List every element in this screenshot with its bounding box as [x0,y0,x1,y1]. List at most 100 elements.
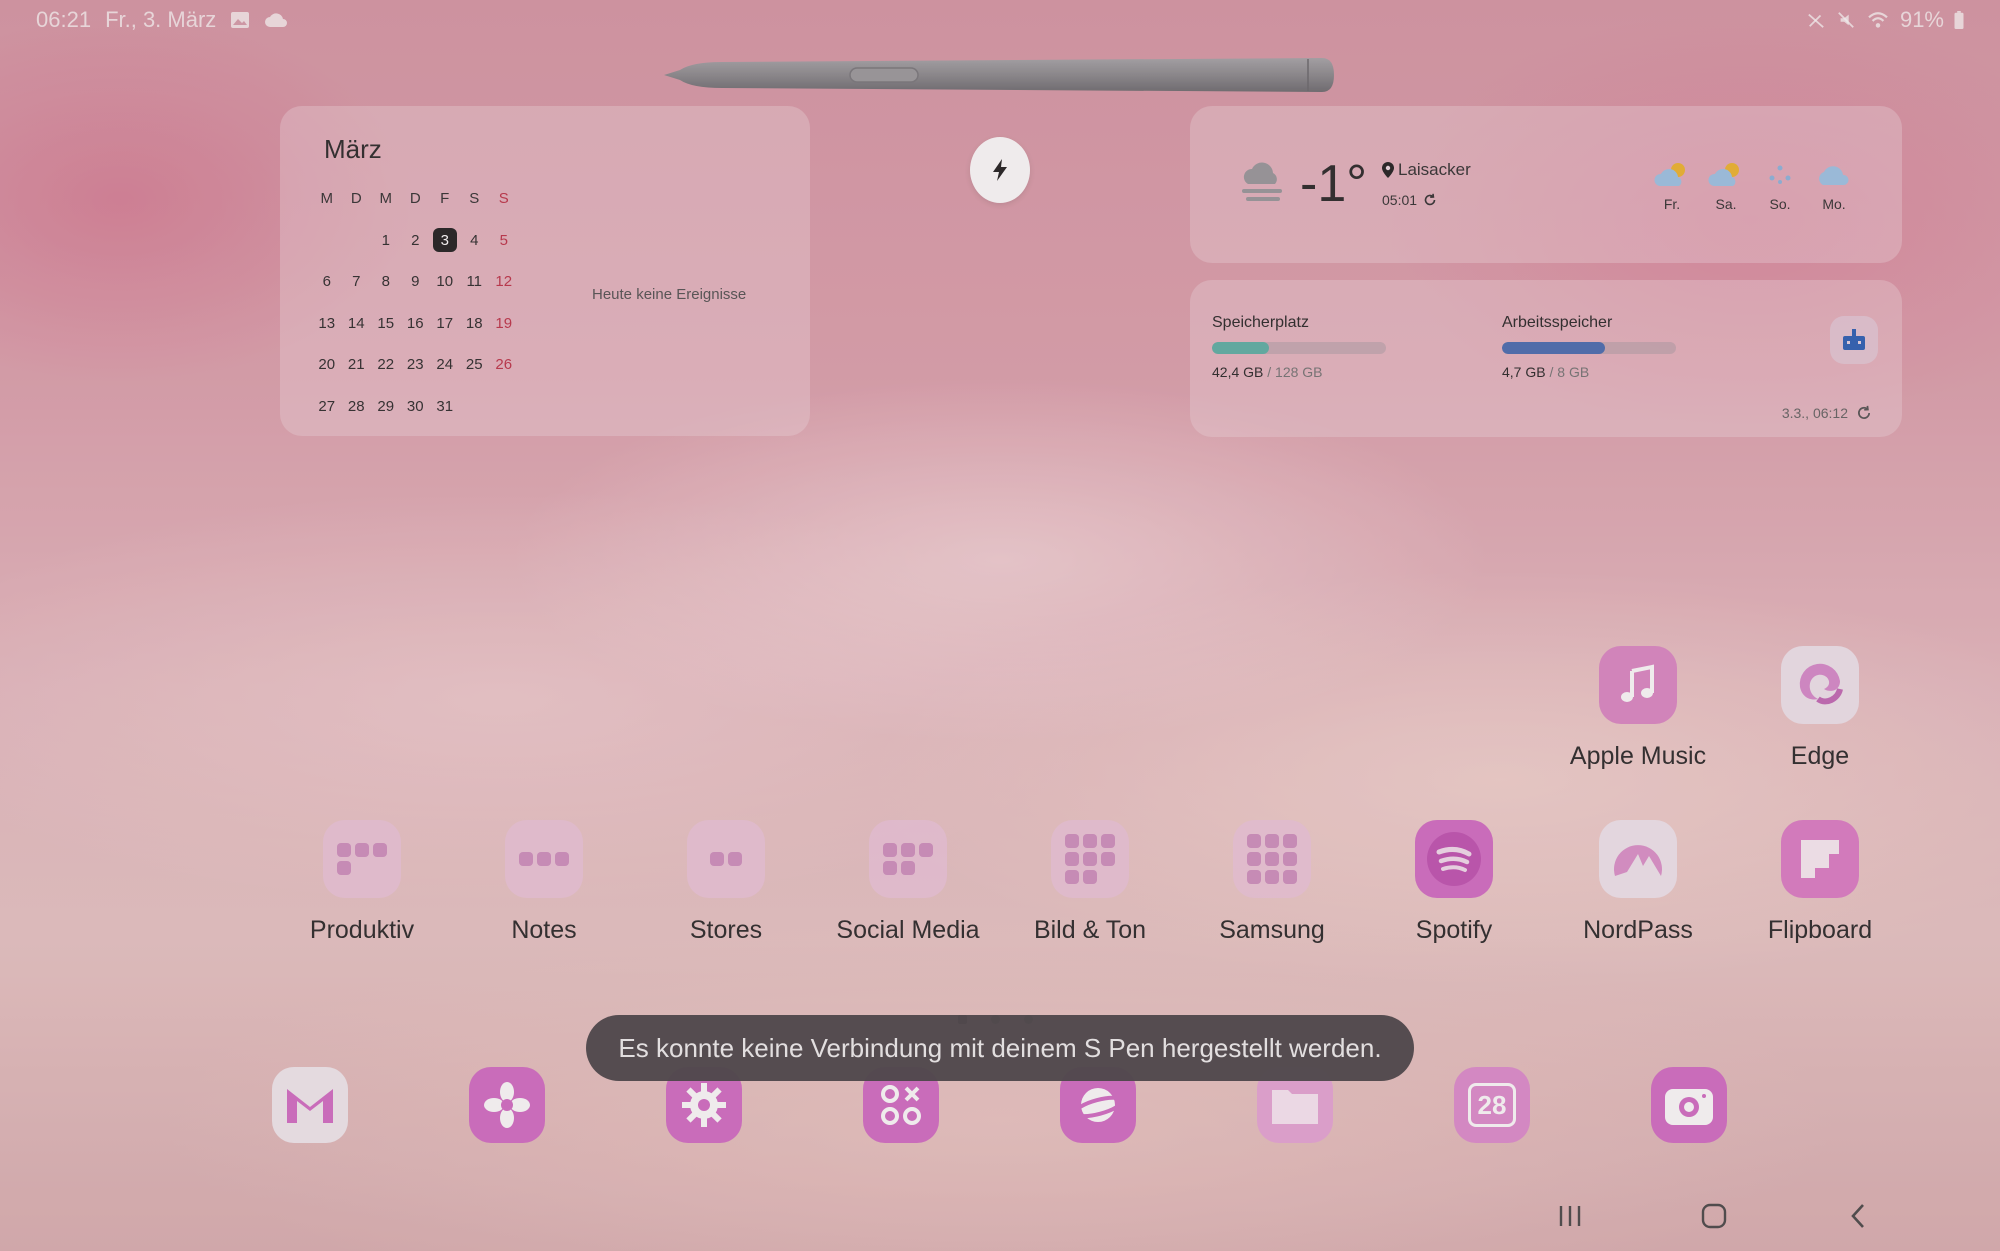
back-chevron-icon [1851,1204,1864,1228]
calendar-day[interactable]: 18 [460,303,490,345]
refresh-icon[interactable] [1856,405,1872,421]
calendar-day[interactable]: 30 [401,386,431,428]
weather-forecast: Fr. Sa. So. Mo. [1654,162,1849,212]
today-marker: 3 [432,228,457,253]
folder-produktiv[interactable]: Produktiv [272,820,452,945]
folder-notes[interactable]: Notes [454,820,634,945]
calendar-day[interactable]: 19 [489,303,519,345]
calendar-day[interactable]: 20 [312,344,342,386]
folder-icon [505,820,583,898]
s-pen-illustration [664,58,1334,92]
calendar-day[interactable]: 6 [312,261,342,303]
folder-icon [323,820,401,898]
calendar-widget[interactable]: März M D M D F S S 1 2 3 4 5 6 7 8 9 10 … [280,106,810,436]
calendar-day[interactable]: 2 [401,220,431,262]
weather-location: Laisacker [1382,160,1471,180]
app-spotify[interactable]: Spotify [1364,820,1544,945]
calendar-day[interactable] [489,386,519,428]
dock-camera[interactable] [1651,1067,1727,1143]
lightning-icon [993,159,1007,181]
weather-widget[interactable]: -1° Laisacker 05:01 Fr. Sa. So. Mo. [1190,106,1902,263]
device-care-update-time: 3.3., 06:12 [1781,405,1848,421]
device-care-widget[interactable]: Speicherplatz 42,4 GB / 128 GB Arbeitssp… [1190,280,1902,437]
calendar-day[interactable]: 13 [312,303,342,345]
calendar-day[interactable]: 11 [460,261,490,303]
temperature: -1° [1300,155,1368,213]
weekday-header: M [320,190,334,208]
calendar-day[interactable]: 23 [401,344,431,386]
spotify-icon [1415,820,1493,898]
calendar-day[interactable]: 15 [371,303,401,345]
ram-bar-fill [1502,342,1605,354]
app-edge[interactable]: Edge [1730,646,1910,771]
ram-label: Arbeitsspeicher [1502,314,1613,331]
folder-social-media[interactable]: Social Media [818,820,998,945]
calendar-day[interactable]: 25 [460,344,490,386]
forecast-day: Mo. [1819,162,1849,212]
calendar-day[interactable] [312,220,342,262]
ram-used: 4,7 GB [1502,364,1546,380]
calendar-day[interactable]: 10 [430,261,460,303]
calendar-day[interactable]: 14 [342,303,372,345]
app-label: Bild & Ton [1033,916,1147,944]
calendar-day[interactable]: 16 [401,303,431,345]
weekday-header: D [350,190,362,208]
flashlight-button[interactable] [970,137,1030,203]
calendar-day[interactable]: 21 [342,344,372,386]
clean-button[interactable] [1830,316,1878,364]
folder-stores[interactable]: Stores [636,820,816,945]
folder-samsung[interactable]: Samsung [1182,820,1362,945]
calendar-day[interactable]: 1 [371,220,401,262]
broom-icon [1843,329,1865,350]
app-nordpass[interactable]: NordPass [1548,820,1728,945]
calendar-day[interactable]: 12 [489,261,519,303]
music-note-icon [1599,646,1677,724]
app-flipboard[interactable]: Flipboard [1730,820,1910,945]
folder-icon [869,820,947,898]
calendar-day[interactable]: 5 [489,220,519,262]
calendar-day[interactable]: 26 [489,344,519,386]
recents-icon [1559,1206,1581,1226]
home-icon [1701,1203,1727,1229]
partly-cloudy-icon [1654,163,1685,186]
calendar-day[interactable]: 9 [401,261,431,303]
status-bar: 06:21 Fr., 3. März 91% [36,6,1964,34]
calendar-day[interactable]: 31 [430,386,460,428]
home-button[interactable] [1684,1196,1744,1236]
recents-button[interactable] [1540,1196,1600,1236]
calendar-day[interactable]: 29 [371,386,401,428]
dock-calendar[interactable]: 28 [1454,1067,1530,1143]
dock-blossom[interactable] [469,1067,545,1143]
dock-gmail[interactable] [272,1067,348,1143]
ram-bar [1502,342,1676,354]
app-label: Apple Music [1569,742,1707,770]
storage-label: Speicherplatz [1212,314,1309,331]
calendar-day[interactable]: 4 [460,220,490,262]
calendar-day[interactable]: 17 [430,303,460,345]
weekday-header: S [469,190,480,208]
folder-icon [687,820,765,898]
calendar-day[interactable]: 24 [430,344,460,386]
weekday-header: M [379,190,393,208]
forecast-day-label: Mo. [1822,196,1846,212]
back-button[interactable] [1828,1196,1888,1236]
calendar-day[interactable] [460,386,490,428]
weekday-header: F [440,190,450,208]
calendar-day[interactable]: 8 [371,261,401,303]
folder-icon [1272,1090,1318,1124]
calendar-day-today[interactable]: 3 [430,220,460,262]
folder-bild-ton[interactable]: Bild & Ton [1000,820,1180,945]
calendar-day[interactable]: 28 [342,386,372,428]
app-label: Spotify [1415,916,1493,944]
forecast-day: Fr. [1654,162,1686,212]
gmail-icon [287,1089,333,1123]
app-apple-music[interactable]: Apple Music [1548,646,1728,771]
refresh-icon[interactable] [1423,193,1437,207]
camera-icon [1665,1089,1713,1125]
calendar-day[interactable] [342,220,372,262]
calendar-day[interactable]: 27 [312,386,342,428]
calendar-day[interactable]: 7 [342,261,372,303]
planet-icon [1073,1088,1123,1122]
mute-icon [1838,12,1854,28]
calendar-day[interactable]: 22 [371,344,401,386]
